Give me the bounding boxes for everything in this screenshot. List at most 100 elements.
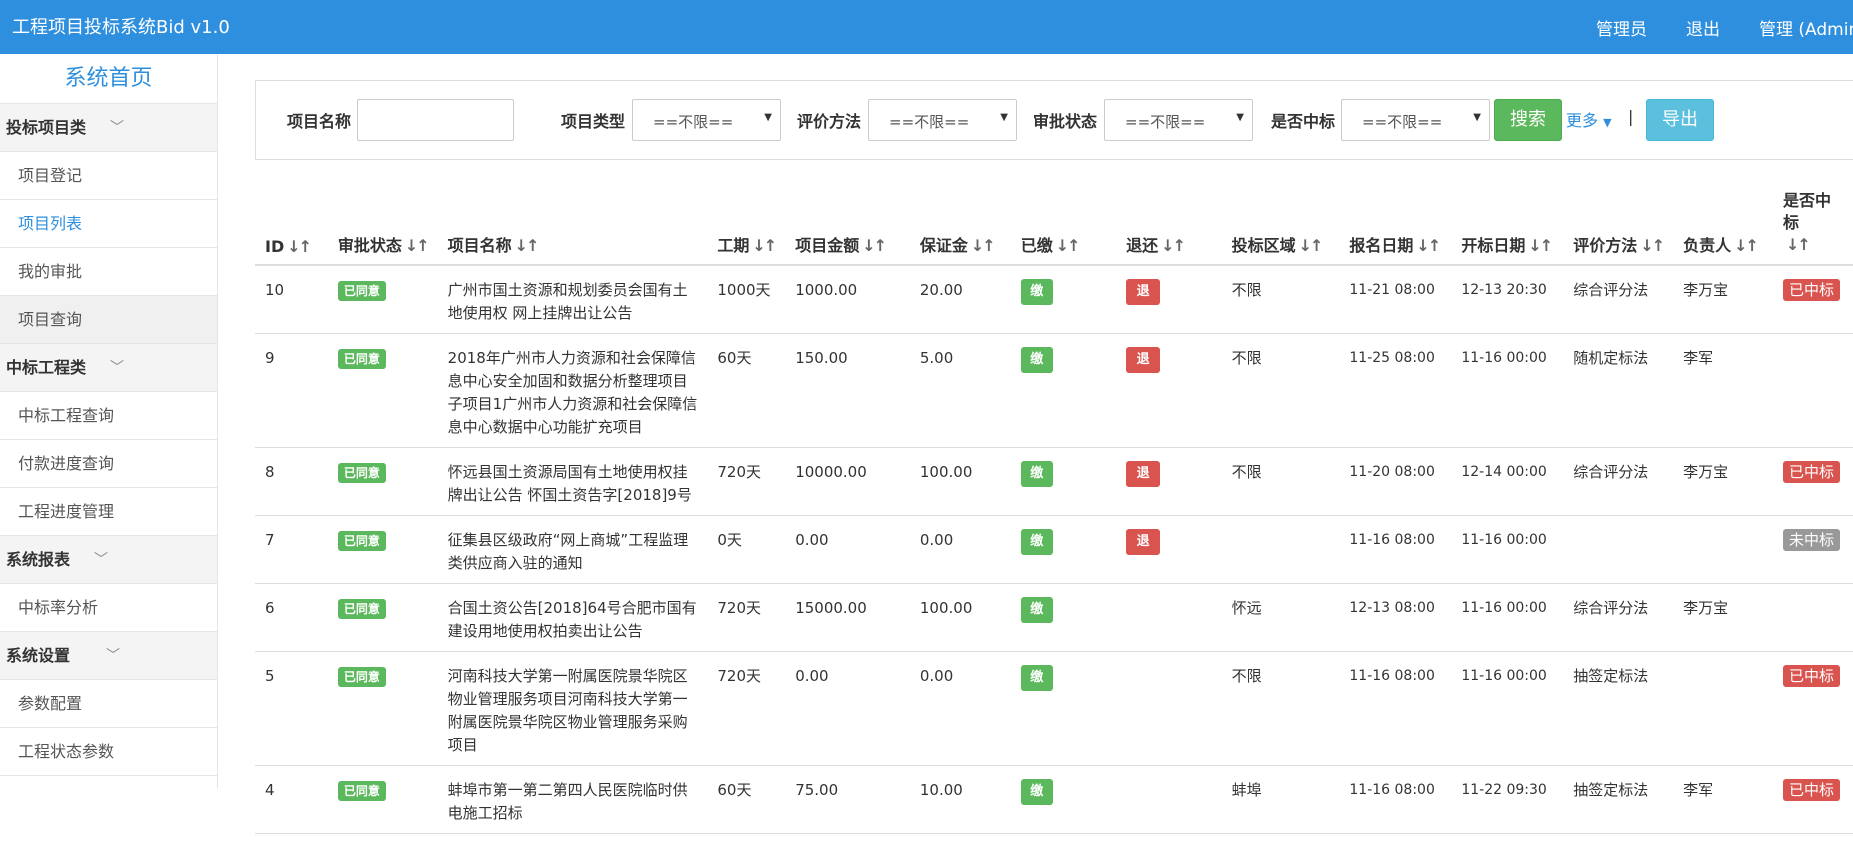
sort-icon[interactable]: ↓↑ bbox=[1786, 235, 1811, 254]
cell-amount: 0.00 bbox=[785, 515, 910, 584]
sort-icon[interactable]: ↓↑ bbox=[1161, 236, 1186, 255]
cell-open-date: 11-16 00:00 bbox=[1451, 333, 1564, 448]
sidebar-item-project-progress[interactable]: 工程进度管理 bbox=[0, 488, 217, 536]
cell-reg-date: 12-13 08:00 bbox=[1339, 583, 1452, 652]
table-row[interactable]: 10 已同意 广州市国土资源和规划委员会国有土地使用权 网上挂牌出让公告 1000天 1… bbox=[255, 265, 1853, 334]
pay-button[interactable]: 缴 bbox=[1020, 279, 1053, 305]
cell-id: 9 bbox=[255, 333, 328, 448]
sort-icon[interactable]: ↓↑ bbox=[1056, 236, 1081, 255]
sidebar-group-label: 系统报表 bbox=[6, 550, 71, 569]
table-row[interactable]: 7 已同意 征集县区级政府“网上商城”工程监理类供应商入驻的通知 0天 0.00 0.00… bbox=[255, 515, 1853, 584]
sort-icon[interactable]: ↓↑ bbox=[1528, 236, 1553, 255]
refund-button[interactable]: 退 bbox=[1126, 347, 1161, 373]
cell-period: 720天 bbox=[707, 583, 786, 652]
search-button[interactable]: 搜索 bbox=[1494, 99, 1562, 141]
cell-region: 不限 bbox=[1221, 651, 1340, 766]
sidebar-group-settings[interactable]: 系统设置 ﹀ bbox=[0, 632, 217, 680]
col-header-owner[interactable]: 负责人 ↓↑ bbox=[1673, 190, 1773, 266]
sidebar-item-won-query[interactable]: 中标工程查询 bbox=[0, 392, 217, 440]
pay-button[interactable]: 缴 bbox=[1020, 665, 1053, 691]
sidebar-item-project-list[interactable]: 项目列表 bbox=[0, 200, 217, 248]
sidebar-home-link[interactable]: 系统首页 bbox=[0, 54, 217, 104]
refund-button[interactable]: 退 bbox=[1126, 279, 1161, 305]
cell-region: 不限 bbox=[1221, 447, 1340, 516]
pay-button[interactable]: 缴 bbox=[1020, 779, 1053, 805]
table-row[interactable]: 4 已同意 蚌埠市第一第二第四人民医院临时供电施工招标 60天 75.00 10.00 缴 蚌… bbox=[255, 765, 1853, 834]
approved-badge: 已同意 bbox=[337, 781, 386, 801]
pay-button[interactable]: 缴 bbox=[1020, 529, 1053, 555]
col-header-refund[interactable]: 退还 ↓↑ bbox=[1116, 190, 1222, 266]
sort-icon[interactable]: ↓↑ bbox=[287, 237, 312, 256]
cell-amount: 150.00 bbox=[785, 333, 910, 448]
sort-icon[interactable]: ↓↑ bbox=[405, 236, 430, 255]
cell-method: 抽签定标法 bbox=[1563, 651, 1674, 766]
sidebar-item-status-params[interactable]: 工程状态参数 bbox=[0, 728, 217, 776]
cell-period: 60天 bbox=[707, 765, 786, 834]
nav-manage-link[interactable]: 管理 (Admin bbox=[1759, 15, 1853, 40]
col-header-open-date[interactable]: 开标日期 ↓↑ bbox=[1451, 190, 1564, 266]
sidebar-group-bid-projects[interactable]: 投标项目类 ﹀ bbox=[0, 104, 217, 152]
more-filters-link[interactable]: 更多 ▼ bbox=[1566, 107, 1612, 131]
project-name-input[interactable] bbox=[357, 99, 514, 141]
win-status-select[interactable]: ==不限== ▼ bbox=[1341, 99, 1490, 141]
sort-icon[interactable]: ↓↑ bbox=[1416, 236, 1441, 255]
col-header-paid[interactable]: 已缴 ↓↑ bbox=[1010, 190, 1117, 266]
sidebar-item-payment-progress[interactable]: 付款进度查询 bbox=[0, 440, 217, 488]
chevron-down-icon: ﹀ bbox=[110, 120, 124, 136]
pay-button[interactable]: 缴 bbox=[1020, 347, 1053, 373]
table-row[interactable]: 5 已同意 河南科技大学第一附属医院景华院区物业管理服务项目河南科技大学第一附属医院… bbox=[255, 651, 1853, 766]
cell-period: 0天 bbox=[707, 515, 786, 584]
sort-icon[interactable]: ↓↑ bbox=[971, 236, 996, 255]
table-row[interactable]: 8 已同意 怀远县国土资源局国有土地使用权挂牌出让公告 怀国土资告字[2018]9号… bbox=[255, 447, 1853, 516]
sort-icon[interactable]: ↓↑ bbox=[1640, 236, 1665, 255]
sort-icon[interactable]: ↓↑ bbox=[1734, 236, 1759, 255]
col-header-amount[interactable]: 项目金额 ↓↑ bbox=[785, 190, 910, 266]
win-status-tag: 已中标 bbox=[1783, 779, 1841, 801]
cell-refund bbox=[1116, 651, 1222, 766]
nav-logout-link[interactable]: 退出 bbox=[1686, 15, 1720, 40]
pay-button[interactable]: 缴 bbox=[1020, 597, 1053, 623]
project-table: ID ↓↑ 审批状态 ↓↑ 项目名称 ↓↑ 工期 ↓↑ 项目金额 ↓↑ 保证金 ↓↑ 已缴 ↓… bbox=[255, 190, 1853, 834]
refund-button[interactable]: 退 bbox=[1126, 529, 1161, 555]
table-row[interactable]: 9 已同意 2018年广州市人力资源和社会保障信息中心安全加固和数据分析整理项目子项… bbox=[255, 333, 1853, 448]
sidebar-item-param-config[interactable]: 参数配置 bbox=[0, 680, 217, 728]
eval-method-select[interactable]: ==不限== ▼ bbox=[868, 99, 1017, 141]
refund-button[interactable]: 退 bbox=[1126, 461, 1161, 487]
sidebar-group-won-projects[interactable]: 中标工程类 ﹀ bbox=[0, 344, 217, 392]
sidebar-item-project-register[interactable]: 项目登记 bbox=[0, 152, 217, 200]
cell-owner: 李万宝 bbox=[1673, 447, 1773, 516]
col-header-win[interactable]: 是否中标 ↓↑ bbox=[1773, 190, 1853, 266]
approval-status-select[interactable]: ==不限== ▼ bbox=[1104, 99, 1253, 141]
col-header-deposit[interactable]: 保证金 ↓↑ bbox=[909, 190, 1011, 266]
col-header-reg-date[interactable]: 报名日期 ↓↑ bbox=[1339, 190, 1452, 266]
cell-period: 60天 bbox=[707, 333, 786, 448]
project-type-label: 项目类型 bbox=[561, 112, 626, 131]
col-header-status[interactable]: 审批状态 ↓↑ bbox=[327, 190, 438, 266]
pay-button[interactable]: 缴 bbox=[1020, 461, 1053, 487]
sidebar: 系统首页 投标项目类 ﹀ 项目登记 项目列表 我的审批 项目查询 中标工程类 ﹀… bbox=[0, 54, 218, 788]
sidebar-group-reports[interactable]: 系统报表 ﹀ bbox=[0, 536, 217, 584]
cell-paid: 缴 bbox=[1010, 515, 1117, 584]
sort-icon[interactable]: ↓↑ bbox=[752, 236, 777, 255]
sidebar-item-project-query[interactable]: 项目查询 bbox=[0, 296, 217, 344]
table-row[interactable]: 6 已同意 合国土资公告[2018]64号合肥市国有建设用地使用权拍卖出让公告 720… bbox=[255, 583, 1853, 652]
sort-icon[interactable]: ↓↑ bbox=[515, 236, 540, 255]
sidebar-item-win-rate[interactable]: 中标率分析 bbox=[0, 584, 217, 632]
cell-name: 河南科技大学第一附属医院景华院区物业管理服务项目河南科技大学第一附属医院景华院区… bbox=[437, 651, 708, 766]
sort-icon[interactable]: ↓↑ bbox=[1299, 236, 1324, 255]
cell-status: 已同意 bbox=[327, 447, 438, 516]
sort-icon[interactable]: ↓↑ bbox=[862, 236, 887, 255]
app-title[interactable]: 工程项目投标系统Bid v1.0 bbox=[12, 13, 230, 39]
export-button[interactable]: 导出 bbox=[1646, 99, 1714, 141]
col-header-id[interactable]: ID ↓↑ bbox=[255, 190, 328, 266]
col-header-period[interactable]: 工期 ↓↑ bbox=[707, 190, 786, 266]
cell-region: 怀远 bbox=[1221, 583, 1340, 652]
sidebar-item-my-approvals[interactable]: 我的审批 bbox=[0, 248, 217, 296]
cell-method: 综合评分法 bbox=[1563, 447, 1674, 516]
col-header-region[interactable]: 投标区域 ↓↑ bbox=[1221, 190, 1340, 266]
cell-deposit: 100.00 bbox=[909, 583, 1011, 652]
nav-admin-link[interactable]: 管理员 bbox=[1596, 15, 1647, 40]
col-header-name[interactable]: 项目名称 ↓↑ bbox=[437, 190, 708, 266]
project-type-select[interactable]: ==不限== ▼ bbox=[632, 99, 781, 141]
col-header-method[interactable]: 评价方法 ↓↑ bbox=[1563, 190, 1674, 266]
